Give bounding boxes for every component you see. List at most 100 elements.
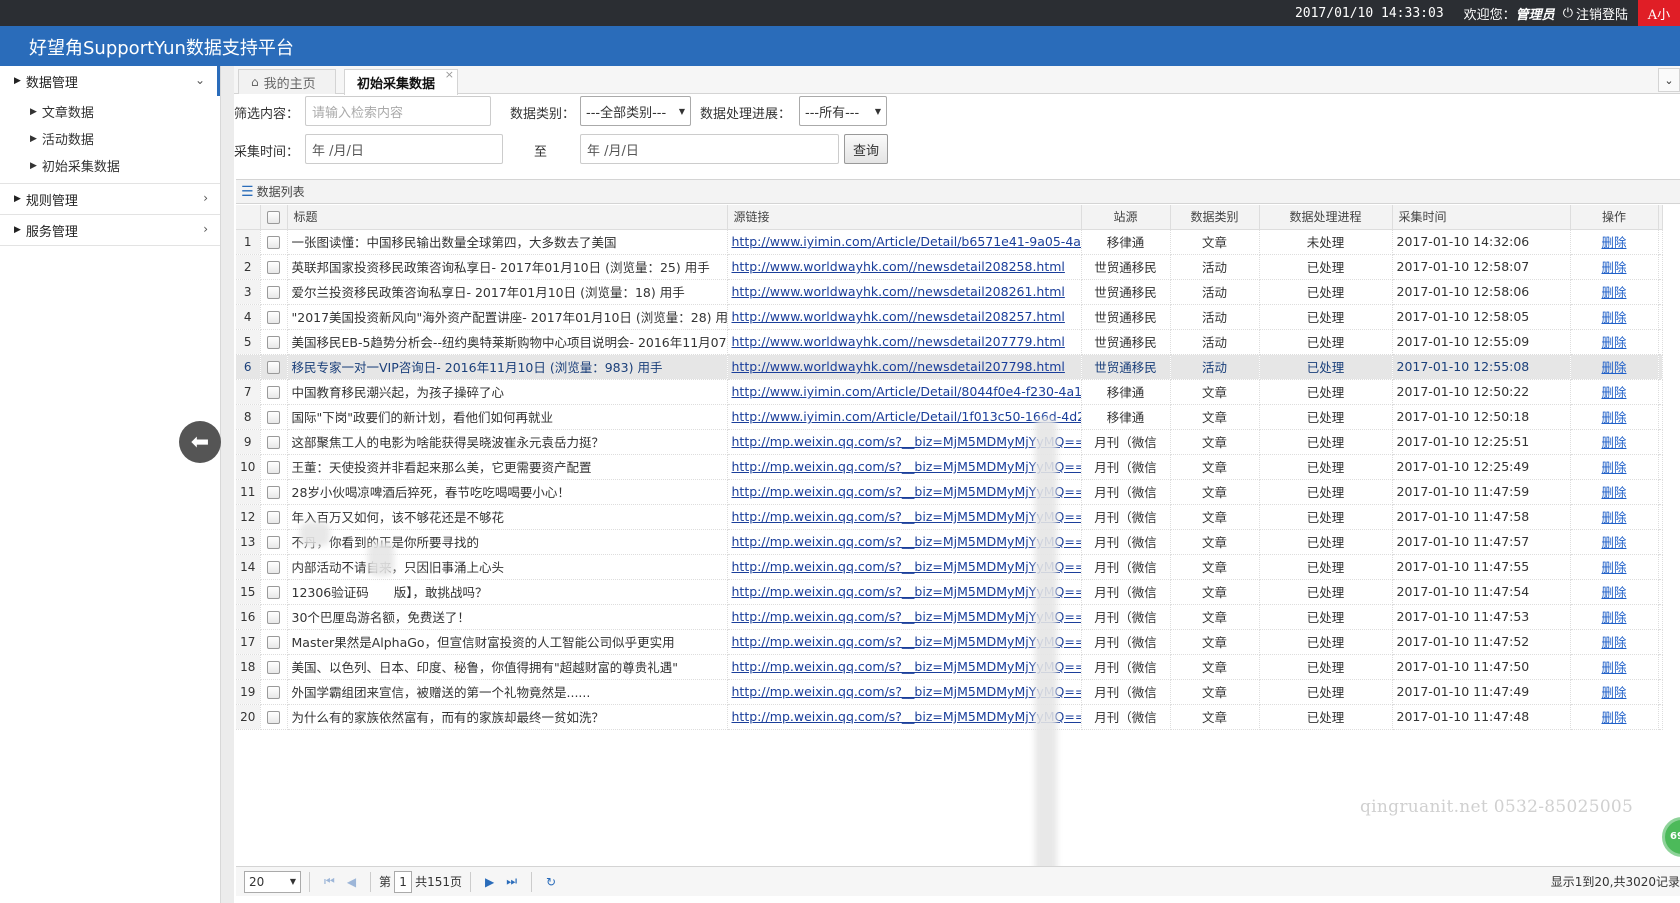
table-row[interactable]: 10 王董：天使投资并非看起来那么美，它更需要资产配置 http://mp.weix… [236,454,1663,480]
header-operation[interactable]: 操作 [1570,205,1659,230]
type-select[interactable]: ---全部类别--- ▼ [580,96,691,126]
search-input[interactable]: 请输入检索内容 [305,96,491,126]
table-row[interactable]: 7 中国教育移民潮兴起，为孩子操碎了心 http://www.iyimin.com/… [236,379,1663,405]
delete-link[interactable]: 删除 [1601,410,1626,425]
row-checkbox[interactable] [267,661,280,674]
row-checkbox[interactable] [267,511,280,524]
delete-link[interactable]: 删除 [1601,360,1626,375]
row-url-link[interactable]: http://www.worldwayhk.com//newsdetail207… [732,334,1065,349]
row-checkbox[interactable] [267,611,280,624]
header-title[interactable]: 标题 [287,205,728,230]
row-checkbox[interactable] [267,536,280,549]
table-row[interactable]: 8 国际"下岗"政要们的新计划，看他们如何再就业 http://www.iyimin… [236,404,1663,430]
delete-link[interactable]: 删除 [1601,485,1626,500]
delete-link[interactable]: 删除 [1601,460,1626,475]
row-url-link[interactable]: http://mp.weixin.qq.com/s?__biz=MjM5MDMy… [732,459,1081,474]
delete-link[interactable]: 删除 [1601,385,1626,400]
table-row[interactable]: 9 这部聚焦工人的电影为啥能获得吴晓波崔永元袁岳力挺？ http://mp.weix… [236,429,1663,455]
row-url-link[interactable]: http://mp.weixin.qq.com/s?__biz=MjM5MDMy… [732,434,1081,449]
row-checkbox[interactable] [267,486,280,499]
row-checkbox[interactable] [267,286,280,299]
sidebar-item-articles[interactable]: ▶ 文章数据 [0,98,220,125]
last-page-button[interactable]: ⏭ [506,874,517,889]
row-checkbox[interactable] [267,361,280,374]
row-url-link[interactable]: http://www.iyimin.com/Article/Detail/1f0… [732,409,1081,424]
row-url-link[interactable]: http://www.worldwayhk.com//newsdetail208… [732,284,1065,299]
row-url-link[interactable]: http://mp.weixin.qq.com/s?__biz=MjM5MDMy… [732,709,1081,724]
sidebar-group-rule-management[interactable]: ▶ 规则管理 › [0,184,220,214]
row-checkbox[interactable] [267,461,280,474]
row-checkbox[interactable] [267,636,280,649]
row-url-link[interactable]: http://www.worldwayhk.com//newsdetail208… [732,309,1065,324]
delete-link[interactable]: 删除 [1601,685,1626,700]
progress-select[interactable]: ---所有--- ▼ [799,96,887,126]
prev-page-button[interactable]: ◀ [347,875,356,889]
delete-link[interactable]: 删除 [1601,260,1626,275]
row-url-link[interactable]: http://mp.weixin.qq.com/s?__biz=MjM5MDMy… [732,534,1081,549]
row-url-link[interactable]: http://www.iyimin.com/Article/Detail/b65… [732,234,1081,249]
row-checkbox[interactable] [267,586,280,599]
row-checkbox[interactable] [267,686,280,699]
tab-raw-data[interactable]: 初始采集数据 × [344,68,458,95]
table-row[interactable]: 15 12306验证码 版】，敢挑战吗？ http://mp.weixin.qq.c… [236,579,1663,605]
row-url-link[interactable]: http://www.iyimin.com/Article/Detail/804… [732,384,1081,399]
collapse-sidebar-button[interactable]: ⬅ [179,421,221,463]
row-checkbox[interactable] [267,336,280,349]
close-icon[interactable]: × [445,68,454,81]
delete-link[interactable]: 删除 [1601,535,1626,550]
select-all-checkbox[interactable] [267,210,280,224]
table-row[interactable]: 4 "2017美国投资新风向"海外资产配置讲座- 2017年01月10日 (浏览量… [236,304,1663,330]
table-row[interactable]: 18 美国、以色列、日本、印度、秘鲁，你值得拥有"超越财富的尊贵礼遇" http:/… [236,654,1663,680]
table-row[interactable]: 6 移民专家一对一VIP咨询日- 2016年11月10日 (浏览量：983) 用手… [236,354,1663,380]
tab-home[interactable]: ⌂ 我的主页 [238,69,336,94]
delete-link[interactable]: 删除 [1601,310,1626,325]
row-url-link[interactable]: http://mp.weixin.qq.com/s?__biz=MjM5MDMy… [732,609,1081,624]
query-button[interactable]: 查询 [844,134,888,164]
refresh-icon[interactable]: ↻ [546,875,556,889]
table-row[interactable]: 12 年入百万又如何，该不够花还是不够花 http://mp.weixin.qq.c… [236,504,1663,530]
table-row[interactable]: 13 不丹，你看到的正是你所要寻找的 http://mp.weixin.qq.com… [236,529,1663,555]
next-page-button[interactable]: ▶ [485,875,494,889]
row-checkbox[interactable] [267,561,280,574]
delete-link[interactable]: 删除 [1601,510,1626,525]
row-checkbox[interactable] [267,386,280,399]
delete-link[interactable]: 删除 [1601,435,1626,450]
row-url-link[interactable]: http://mp.weixin.qq.com/s?__biz=MjM5MDMy… [732,559,1081,574]
logout-button[interactable]: ⏻ 注销登陆 [1563,4,1628,23]
delete-link[interactable]: 删除 [1601,235,1626,250]
start-date-input[interactable]: 年 /月/日 [305,134,503,164]
sidebar-group-data-management[interactable]: ▶ 数据管理 ⌄ [0,66,220,96]
delete-link[interactable]: 删除 [1601,660,1626,675]
header-site[interactable]: 站源 [1081,205,1171,230]
row-url-link[interactable]: http://mp.weixin.qq.com/s?__biz=MjM5MDMy… [732,659,1081,674]
delete-link[interactable]: 删除 [1601,560,1626,575]
row-checkbox[interactable] [267,236,280,249]
table-row[interactable]: 17 Master果然是AlphaGo，但宣信财富投资的人工智能公司似乎更实用 ht… [236,629,1663,655]
row-url-link[interactable]: http://mp.weixin.qq.com/s?__biz=MjM5MDMy… [732,684,1081,699]
header-type[interactable]: 数据类别 [1170,205,1260,230]
first-page-button[interactable]: ⏮ [324,874,335,889]
page-size-select[interactable]: 20 ▼ [244,870,301,893]
row-url-link[interactable]: http://mp.weixin.qq.com/s?__biz=MjM5MDMy… [732,509,1081,524]
table-row[interactable]: 11 28岁小伙喝凉啤酒后猝死，春节吃吃喝喝要小心！ http://mp.weixi… [236,479,1663,505]
row-checkbox[interactable] [267,411,280,424]
header-time[interactable]: 采集时间 [1392,205,1571,230]
delete-link[interactable]: 删除 [1601,285,1626,300]
table-row[interactable]: 20 为什么有的家族依然富有，而有的家族却最终一贫如洗？ http://mp.wei… [236,704,1663,730]
page-number-input[interactable]: 1 [394,870,413,893]
row-checkbox[interactable] [267,711,280,724]
row-url-link[interactable]: http://mp.weixin.qq.com/s?__biz=MjM5MDMy… [732,484,1081,499]
header-url[interactable]: 源链接 [727,205,1082,230]
delete-link[interactable]: 删除 [1601,610,1626,625]
row-checkbox[interactable] [267,311,280,324]
sidebar-item-raw-data[interactable]: ▶ 初始采集数据 [0,152,220,179]
end-date-input[interactable]: 年 /月/日 [580,134,839,164]
tab-menu-button[interactable]: ⌄ [1658,68,1680,92]
row-url-link[interactable]: http://www.worldwayhk.com//newsdetail207… [732,359,1065,374]
row-url-link[interactable]: http://mp.weixin.qq.com/s?__biz=MjM5MDMy… [732,584,1081,599]
row-checkbox[interactable] [267,436,280,449]
delete-link[interactable]: 删除 [1601,710,1626,725]
delete-link[interactable]: 删除 [1601,335,1626,350]
table-row[interactable]: 2 英联邦国家投资移民政策咨询私享日- 2017年01月10日 (浏览量：25) … [236,254,1663,280]
table-row[interactable]: 14 内部活动不请自来，只因旧事涌上心头 http://mp.weixin.qq.c… [236,554,1663,580]
